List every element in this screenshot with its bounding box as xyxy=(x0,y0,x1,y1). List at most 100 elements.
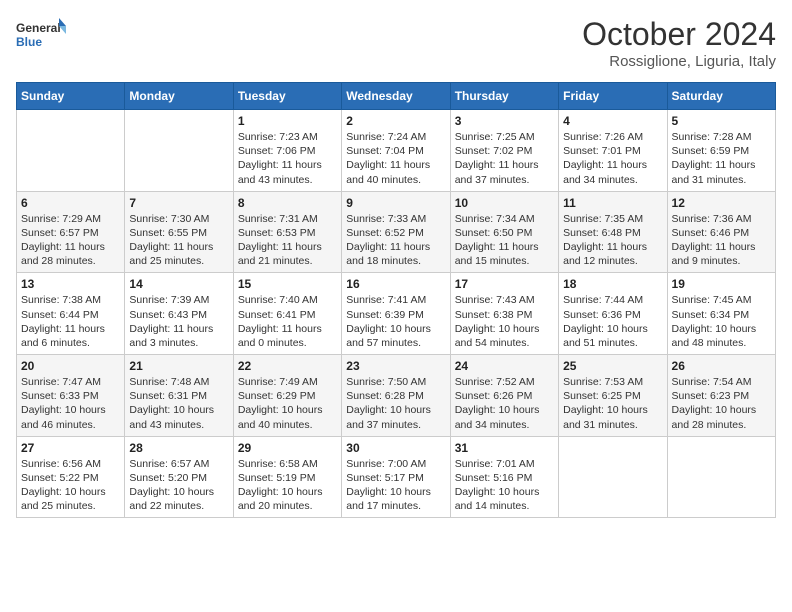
day-number: 13 xyxy=(21,277,120,291)
day-number: 29 xyxy=(238,441,337,455)
header-day-friday: Friday xyxy=(559,83,667,110)
calendar-cell: 25Sunrise: 7:53 AMSunset: 6:25 PMDayligh… xyxy=(559,355,667,437)
calendar-cell: 28 Sunrise: 6:57 AMSunset: 5:20 PMDayligh… xyxy=(125,436,233,518)
calendar-cell xyxy=(667,436,775,518)
calendar-cell: 2 Sunrise: 7:24 AMSunset: 7:04 PMDaylight… xyxy=(342,110,450,192)
calendar-cell xyxy=(559,436,667,518)
day-info: Sunrise: 7:49 AMSunset: 6:29 PMDaylight:… xyxy=(238,375,337,432)
day-number: 30 xyxy=(346,441,445,455)
calendar-cell: 1Sunrise: 7:23 AMSunset: 7:06 PMDaylight… xyxy=(233,110,341,192)
logo: General Blue xyxy=(16,16,66,56)
day-info: Sunrise: 7:40 AMSunset: 6:41 PMDaylight:… xyxy=(238,293,337,350)
title-block: October 2024 Rossiglione, Liguria, Italy xyxy=(582,16,776,70)
day-number: 2 xyxy=(346,114,445,128)
day-info: Sunrise: 6:57 AMSunset: 5:20 PMDaylight:… xyxy=(129,457,228,514)
header-day-wednesday: Wednesday xyxy=(342,83,450,110)
day-number: 9 xyxy=(346,196,445,210)
day-number: 16 xyxy=(346,277,445,291)
day-info: Sunrise: 7:01 AMSunset: 5:16 PMDaylight:… xyxy=(455,457,554,514)
day-info: Sunrise: 6:58 AMSunset: 5:19 PMDaylight:… xyxy=(238,457,337,514)
day-info: Sunrise: 7:52 AMSunset: 6:26 PMDaylight:… xyxy=(455,375,554,432)
calendar-cell: 3Sunrise: 7:25 AMSunset: 7:02 PMDaylight… xyxy=(450,110,558,192)
day-number: 6 xyxy=(21,196,120,210)
svg-text:Blue: Blue xyxy=(16,35,42,49)
day-number: 1 xyxy=(238,114,337,128)
day-number: 14 xyxy=(129,277,228,291)
header-day-monday: Monday xyxy=(125,83,233,110)
calendar-cell: 29 Sunrise: 6:58 AMSunset: 5:19 PMDayligh… xyxy=(233,436,341,518)
day-info: Sunrise: 7:29 AMSunset: 6:57 PMDaylight:… xyxy=(21,212,120,269)
day-number: 24 xyxy=(455,359,554,373)
calendar-cell: 20Sunrise: 7:47 AMSunset: 6:33 PMDayligh… xyxy=(17,355,125,437)
calendar-cell xyxy=(125,110,233,192)
location-subtitle: Rossiglione, Liguria, Italy xyxy=(582,53,776,70)
page-header: General Blue October 2024 Rossiglione, L… xyxy=(16,16,776,70)
day-info: Sunrise: 6:56 AMSunset: 5:22 PMDaylight:… xyxy=(21,457,120,514)
day-info: Sunrise: 7:50 AMSunset: 6:28 PMDaylight:… xyxy=(346,375,445,432)
svg-text:General: General xyxy=(16,21,61,35)
header-day-saturday: Saturday xyxy=(667,83,775,110)
calendar-cell: 14 Sunrise: 7:39 AMSunset: 6:43 PMDayligh… xyxy=(125,273,233,355)
day-info: Sunrise: 7:45 AMSunset: 6:34 PMDaylight:… xyxy=(672,293,771,350)
calendar-cell: 15 Sunrise: 7:40 AMSunset: 6:41 PMDayligh… xyxy=(233,273,341,355)
calendar-cell: 13 Sunrise: 7:38 AMSunset: 6:44 PMDayligh… xyxy=(17,273,125,355)
day-info: Sunrise: 7:41 AMSunset: 6:39 PMDaylight:… xyxy=(346,293,445,350)
calendar-cell: 21 Sunrise: 7:48 AMSunset: 6:31 PMDayligh… xyxy=(125,355,233,437)
calendar-cell: 19 Sunrise: 7:45 AMSunset: 6:34 PMDayligh… xyxy=(667,273,775,355)
week-row-3: 13 Sunrise: 7:38 AMSunset: 6:44 PMDayligh… xyxy=(17,273,776,355)
week-row-1: 1Sunrise: 7:23 AMSunset: 7:06 PMDaylight… xyxy=(17,110,776,192)
day-number: 21 xyxy=(129,359,228,373)
day-number: 10 xyxy=(455,196,554,210)
day-number: 23 xyxy=(346,359,445,373)
calendar-cell: 31 Sunrise: 7:01 AMSunset: 5:16 PMDayligh… xyxy=(450,436,558,518)
header-day-thursday: Thursday xyxy=(450,83,558,110)
calendar-body: 1Sunrise: 7:23 AMSunset: 7:06 PMDaylight… xyxy=(17,110,776,518)
day-number: 4 xyxy=(563,114,662,128)
calendar-cell: 9Sunrise: 7:33 AMSunset: 6:52 PMDaylight… xyxy=(342,191,450,273)
day-number: 27 xyxy=(21,441,120,455)
calendar-cell: 10 Sunrise: 7:34 AMSunset: 6:50 PMDayligh… xyxy=(450,191,558,273)
day-number: 26 xyxy=(672,359,771,373)
day-number: 12 xyxy=(672,196,771,210)
day-info: Sunrise: 7:34 AMSunset: 6:50 PMDaylight:… xyxy=(455,212,554,269)
calendar-cell: 23 Sunrise: 7:50 AMSunset: 6:28 PMDayligh… xyxy=(342,355,450,437)
header-day-sunday: Sunday xyxy=(17,83,125,110)
day-info: Sunrise: 7:28 AMSunset: 6:59 PMDaylight:… xyxy=(672,130,771,187)
day-number: 31 xyxy=(455,441,554,455)
day-info: Sunrise: 7:38 AMSunset: 6:44 PMDaylight:… xyxy=(21,293,120,350)
day-number: 19 xyxy=(672,277,771,291)
calendar-cell: 27 Sunrise: 6:56 AMSunset: 5:22 PMDayligh… xyxy=(17,436,125,518)
calendar-cell: 8 Sunrise: 7:31 AMSunset: 6:53 PMDaylight… xyxy=(233,191,341,273)
day-info: Sunrise: 7:25 AMSunset: 7:02 PMDaylight:… xyxy=(455,130,554,187)
day-info: Sunrise: 7:48 AMSunset: 6:31 PMDaylight:… xyxy=(129,375,228,432)
day-info: Sunrise: 7:39 AMSunset: 6:43 PMDaylight:… xyxy=(129,293,228,350)
day-number: 28 xyxy=(129,441,228,455)
calendar-cell: 6 Sunrise: 7:29 AMSunset: 6:57 PMDaylight… xyxy=(17,191,125,273)
day-number: 11 xyxy=(563,196,662,210)
day-number: 20 xyxy=(21,359,120,373)
month-title: October 2024 xyxy=(582,16,776,53)
day-info: Sunrise: 7:31 AMSunset: 6:53 PMDaylight:… xyxy=(238,212,337,269)
week-row-4: 20Sunrise: 7:47 AMSunset: 6:33 PMDayligh… xyxy=(17,355,776,437)
calendar-cell: 17 Sunrise: 7:43 AMSunset: 6:38 PMDayligh… xyxy=(450,273,558,355)
header-day-tuesday: Tuesday xyxy=(233,83,341,110)
day-number: 5 xyxy=(672,114,771,128)
day-number: 18 xyxy=(563,277,662,291)
calendar-cell: 5 Sunrise: 7:28 AMSunset: 6:59 PMDaylight… xyxy=(667,110,775,192)
calendar-cell: 4Sunrise: 7:26 AMSunset: 7:01 PMDaylight… xyxy=(559,110,667,192)
day-number: 8 xyxy=(238,196,337,210)
day-info: Sunrise: 7:36 AMSunset: 6:46 PMDaylight:… xyxy=(672,212,771,269)
calendar-cell: 18Sunrise: 7:44 AMSunset: 6:36 PMDayligh… xyxy=(559,273,667,355)
calendar-cell: 11Sunrise: 7:35 AMSunset: 6:48 PMDayligh… xyxy=(559,191,667,273)
day-number: 15 xyxy=(238,277,337,291)
calendar-cell: 12 Sunrise: 7:36 AMSunset: 6:46 PMDayligh… xyxy=(667,191,775,273)
day-info: Sunrise: 7:24 AMSunset: 7:04 PMDaylight:… xyxy=(346,130,445,187)
day-info: Sunrise: 7:43 AMSunset: 6:38 PMDaylight:… xyxy=(455,293,554,350)
day-number: 7 xyxy=(129,196,228,210)
day-info: Sunrise: 7:54 AMSunset: 6:23 PMDaylight:… xyxy=(672,375,771,432)
calendar-table: SundayMondayTuesdayWednesdayThursdayFrid… xyxy=(16,82,776,518)
day-number: 17 xyxy=(455,277,554,291)
week-row-5: 27 Sunrise: 6:56 AMSunset: 5:22 PMDayligh… xyxy=(17,436,776,518)
day-info: Sunrise: 7:30 AMSunset: 6:55 PMDaylight:… xyxy=(129,212,228,269)
calendar-cell: 16 Sunrise: 7:41 AMSunset: 6:39 PMDayligh… xyxy=(342,273,450,355)
